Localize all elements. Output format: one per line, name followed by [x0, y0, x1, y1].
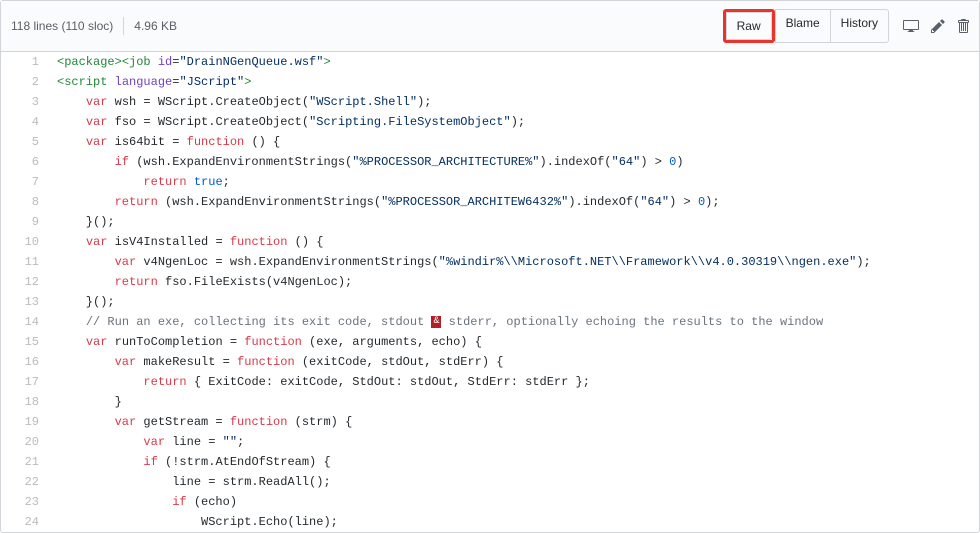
line-content[interactable]: var isV4Installed = function () { — [51, 232, 323, 252]
line-content[interactable]: if (echo) — [51, 492, 237, 512]
code-line: 1<package><job id="DrainNGenQueue.wsf"> — [1, 52, 979, 72]
code-line: 13 }(); — [1, 292, 979, 312]
line-content[interactable]: return true; — [51, 172, 230, 192]
code-line: 14 // Run an exe, collecting its exit co… — [1, 312, 979, 332]
line-number[interactable]: 18 — [1, 392, 51, 412]
line-number[interactable]: 13 — [1, 292, 51, 312]
line-number[interactable]: 14 — [1, 312, 51, 332]
line-content[interactable]: var is64bit = function () { — [51, 132, 280, 152]
line-content[interactable]: var makeResult = function (exitCode, std… — [51, 352, 504, 372]
line-number[interactable]: 6 — [1, 152, 51, 172]
icon-actions — [903, 18, 969, 34]
file-header: 118 lines (110 sloc) 4.96 KB Raw Blame H… — [1, 1, 979, 52]
code-line: 21 if (!strm.AtEndOfStream) { — [1, 452, 979, 472]
line-number[interactable]: 15 — [1, 332, 51, 352]
code-line: 7 return true; — [1, 172, 979, 192]
line-number[interactable]: 11 — [1, 252, 51, 272]
file-size: 4.96 KB — [134, 19, 177, 33]
line-content[interactable]: var getStream = function (strm) { — [51, 412, 352, 432]
raw-highlight: Raw — [723, 9, 775, 43]
line-content[interactable]: return (wsh.ExpandEnvironmentStrings("%P… — [51, 192, 720, 212]
code-line: 23 if (echo) — [1, 492, 979, 512]
line-number[interactable]: 17 — [1, 372, 51, 392]
line-content[interactable]: var wsh = WScript.CreateObject("WScript.… — [51, 92, 432, 112]
file-actions: Raw Blame History — [723, 9, 969, 43]
line-content[interactable]: } — [51, 392, 122, 412]
line-number[interactable]: 21 — [1, 452, 51, 472]
line-content[interactable]: <package><job id="DrainNGenQueue.wsf"> — [51, 52, 331, 72]
line-content[interactable]: var v4NgenLoc = wsh.ExpandEnvironmentStr… — [51, 252, 871, 272]
line-number[interactable]: 19 — [1, 412, 51, 432]
file-info: 118 lines (110 sloc) 4.96 KB — [11, 17, 177, 35]
line-number[interactable]: 20 — [1, 432, 51, 452]
trash-icon[interactable] — [957, 18, 969, 34]
raw-button[interactable]: Raw — [726, 12, 772, 40]
code-line: 8 return (wsh.ExpandEnvironmentStrings("… — [1, 192, 979, 212]
lines-count: 118 lines (110 sloc) — [11, 19, 113, 33]
line-content[interactable]: if (wsh.ExpandEnvironmentStrings("%PROCE… — [51, 152, 684, 172]
code-line: 10 var isV4Installed = function () { — [1, 232, 979, 252]
code-line: 16 var makeResult = function (exitCode, … — [1, 352, 979, 372]
line-content[interactable]: WScript.Echo(line); — [51, 512, 338, 532]
desktop-icon[interactable] — [903, 18, 919, 34]
line-number[interactable]: 5 — [1, 132, 51, 152]
code-line: 6 if (wsh.ExpandEnvironmentStrings("%PRO… — [1, 152, 979, 172]
line-content[interactable]: line = strm.ReadAll(); — [51, 472, 331, 492]
line-number[interactable]: 22 — [1, 472, 51, 492]
history-button[interactable]: History — [831, 9, 889, 43]
file-container: 118 lines (110 sloc) 4.96 KB Raw Blame H… — [0, 0, 980, 533]
line-number[interactable]: 7 — [1, 172, 51, 192]
line-number[interactable]: 8 — [1, 192, 51, 212]
code-line: 18 } — [1, 392, 979, 412]
line-number[interactable]: 16 — [1, 352, 51, 372]
code-line: 19 var getStream = function (strm) { — [1, 412, 979, 432]
code-line: 24 WScript.Echo(line); — [1, 512, 979, 532]
code-area: 1<package><job id="DrainNGenQueue.wsf">2… — [1, 52, 979, 532]
code-line: 9 }(); — [1, 212, 979, 232]
info-divider — [123, 17, 124, 35]
line-content[interactable]: var runToCompletion = function (exe, arg… — [51, 332, 482, 352]
code-line: 11 var v4NgenLoc = wsh.ExpandEnvironment… — [1, 252, 979, 272]
line-number[interactable]: 24 — [1, 512, 51, 532]
code-line: 3 var wsh = WScript.CreateObject("WScrip… — [1, 92, 979, 112]
pencil-icon[interactable] — [931, 18, 945, 34]
button-group: Raw Blame History — [723, 9, 889, 43]
code-line: 22 line = strm.ReadAll(); — [1, 472, 979, 492]
line-content[interactable]: // Run an exe, collecting its exit code,… — [51, 312, 823, 332]
line-number[interactable]: 10 — [1, 232, 51, 252]
line-content[interactable]: if (!strm.AtEndOfStream) { — [51, 452, 331, 472]
line-content[interactable]: }(); — [51, 212, 115, 232]
line-number[interactable]: 3 — [1, 92, 51, 112]
line-content[interactable]: <script language="JScript"> — [51, 72, 251, 92]
line-number[interactable]: 23 — [1, 492, 51, 512]
line-content[interactable]: }(); — [51, 292, 115, 312]
line-content[interactable]: var fso = WScript.CreateObject("Scriptin… — [51, 112, 525, 132]
code-line: 4 var fso = WScript.CreateObject("Script… — [1, 112, 979, 132]
code-line: 20 var line = ""; — [1, 432, 979, 452]
line-number[interactable]: 4 — [1, 112, 51, 132]
code-line: 17 return { ExitCode: exitCode, StdOut: … — [1, 372, 979, 392]
line-content[interactable]: return { ExitCode: exitCode, StdOut: std… — [51, 372, 590, 392]
code-line: 15 var runToCompletion = function (exe, … — [1, 332, 979, 352]
code-line: 12 return fso.FileExists(v4NgenLoc); — [1, 272, 979, 292]
line-content[interactable]: return fso.FileExists(v4NgenLoc); — [51, 272, 352, 292]
line-content[interactable]: var line = ""; — [51, 432, 244, 452]
line-number[interactable]: 12 — [1, 272, 51, 292]
line-number[interactable]: 1 — [1, 52, 51, 72]
blame-button[interactable]: Blame — [775, 9, 831, 43]
code-line: 2<script language="JScript"> — [1, 72, 979, 92]
line-number[interactable]: 2 — [1, 72, 51, 92]
code-line: 5 var is64bit = function () { — [1, 132, 979, 152]
line-number[interactable]: 9 — [1, 212, 51, 232]
